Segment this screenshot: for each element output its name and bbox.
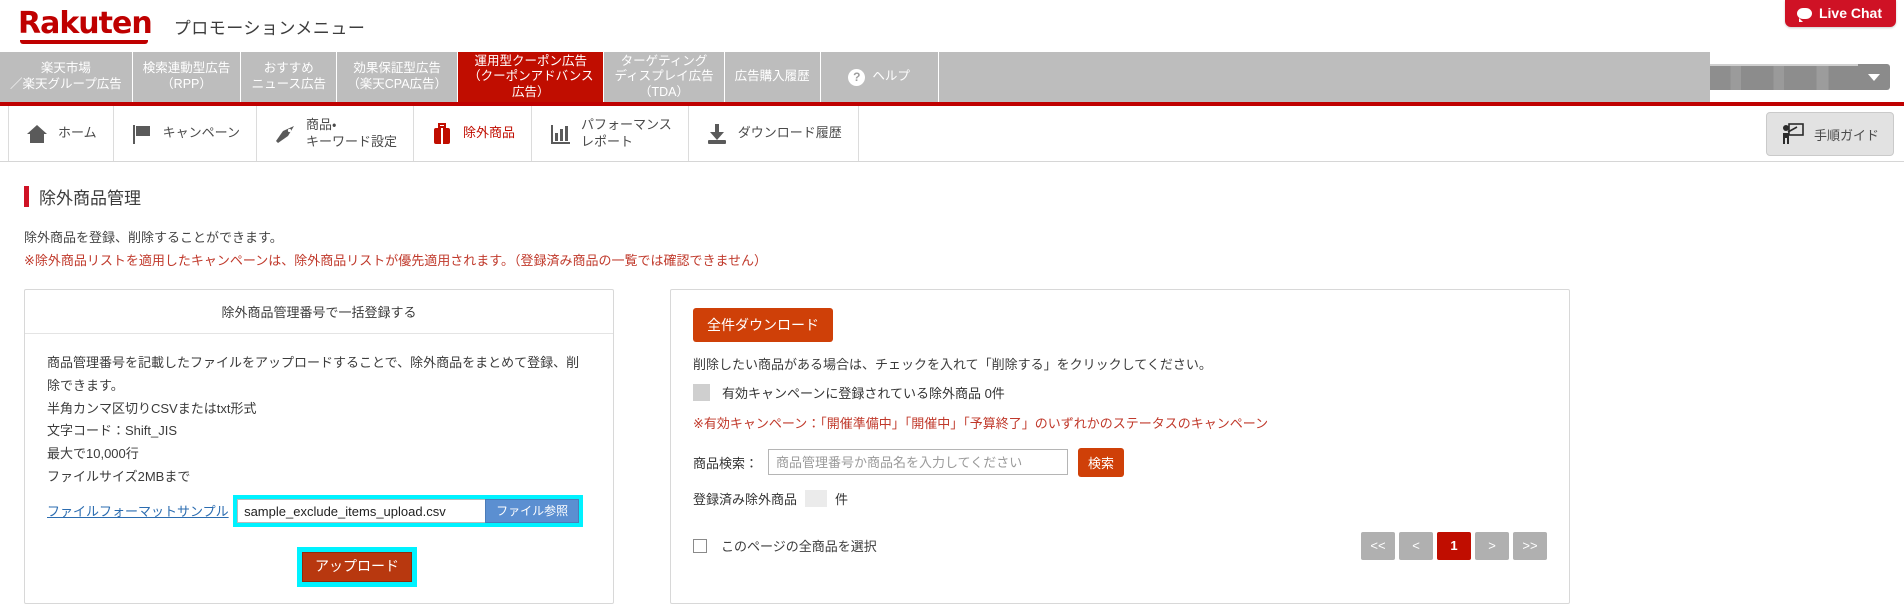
primary-tab-nav: 楽天市場 ／楽天グループ広告 検索連動型広告 （RPP） おすすめ ニュース広告… — [0, 52, 1904, 106]
bulk-upload-panel: 除外商品管理番号で一括登録する 商品管理番号を記載したファイルをアップロードする… — [24, 289, 614, 604]
page-description-1: 除外商品を登録、削除することができます。 — [24, 230, 283, 245]
briefcase-icon — [434, 122, 450, 144]
select-all-checkbox[interactable] — [693, 538, 707, 553]
menu-item-label: パフォーマンス レポート — [581, 117, 672, 149]
registered-items-panel: 全件ダウンロード 削除したい商品がある場合は、チェックを入れて「削除する」をクリ… — [670, 289, 1570, 604]
tab-coupon-advance-ad[interactable]: 運用型クーポン広告 （クーポンアドバンス 広告） — [458, 52, 605, 102]
tab-label: ターゲティング ディスプレイ広告 （TDA） — [614, 53, 714, 99]
flag-icon — [132, 124, 150, 144]
upload-instruction-5: ファイルサイズ2MBまで — [47, 468, 191, 484]
list-controls-row: このページの全商品を選択 << < 1 > >> — [671, 518, 1569, 574]
page-description-2: ※除外商品リストを適用したキャンペーンは、除外商品リストが優先適用されます。（登… — [24, 253, 768, 268]
app-root: Rakuten プロモーションメニュー Live Chat 楽天市場 ／楽天グル… — [0, 0, 1904, 611]
app-header: Rakuten プロモーションメニュー Live Chat — [0, 0, 1904, 52]
chevron-down-icon[interactable] — [1858, 64, 1890, 90]
download-icon — [707, 123, 726, 144]
registered-items-body: 全件ダウンロード 削除したい商品がある場合は、チェックを入れて「削除する」をクリ… — [671, 290, 1569, 518]
registered-count-prefix: 登録済み除外商品 — [693, 491, 798, 507]
tab-rakuten-ichiba[interactable]: 楽天市場 ／楽天グループ広告 — [0, 52, 133, 102]
rakuten-logo: Rakuten — [18, 6, 153, 44]
menu-item-performance-report[interactable]: パフォーマンス レポート — [532, 106, 689, 161]
menu-item-download-history[interactable]: ダウンロード履歴 — [689, 106, 859, 161]
guide-button[interactable]: 手順ガイド — [1765, 112, 1894, 156]
title-accent-bar — [24, 186, 29, 207]
menu-item-label: キャンペーン — [162, 125, 240, 141]
tab-nav-spacer — [938, 52, 1710, 102]
upload-instruction-4: 最大で10,000行 — [47, 446, 139, 461]
home-icon — [27, 124, 47, 143]
item-search-row: 商品検索： 検索 — [693, 447, 1547, 477]
account-selector[interactable] — [1710, 64, 1890, 90]
browse-file-button[interactable]: ファイル参照 — [485, 498, 580, 523]
download-all-button[interactable]: 全件ダウンロード — [693, 308, 833, 342]
chat-bubble-icon — [1796, 7, 1812, 22]
select-all-label: このページの全商品を選択 — [721, 539, 877, 554]
panels-container: 除外商品管理番号で一括登録する 商品管理番号を記載したファイルをアップロードする… — [24, 289, 1880, 604]
pagination-prev[interactable]: < — [1399, 531, 1433, 560]
menu-item-label: 商品・ キーワード設定 — [305, 117, 397, 149]
upload-instruction-2: 半角カンマ区切りCSVまたはtxt形式 — [47, 400, 257, 416]
upload-button-highlight: アップロード — [297, 546, 417, 587]
select-all-row[interactable]: このページの全商品を選択 — [693, 536, 877, 555]
tab-cpa-ad[interactable]: 効果保証型広告 （楽天CPA広告） — [337, 52, 459, 102]
tab-label: 運用型クーポン広告 （クーポンアドバンス 広告） — [468, 53, 594, 99]
question-mark-icon: ? — [848, 68, 866, 86]
menu-item-excluded-items[interactable]: 除外商品 — [414, 106, 533, 161]
item-search-input[interactable] — [768, 449, 1069, 475]
tab-label: おすすめ ニュース広告 — [251, 61, 326, 91]
upload-instruction-3: 文字コード：Shift_JIS — [47, 423, 178, 439]
file-picker-row[interactable]: sample_exclude_items_upload.csv ファイル参照 — [233, 494, 584, 527]
tab-rpp[interactable]: 検索連動型広告 （RPP） — [132, 52, 242, 102]
upload-button[interactable]: アップロード — [302, 551, 412, 582]
bulk-upload-heading: 除外商品管理番号で一括登録する — [25, 290, 613, 334]
account-name-redacted — [1710, 64, 1858, 90]
section-menu: ホーム キャンペーン 商品・ キーワード設定 除外商品 パフォーマンス レポート… — [0, 106, 1904, 162]
guide-button-label: 手順ガイド — [1813, 127, 1879, 143]
disabled-checkbox — [693, 384, 710, 401]
main-content: 除外商品管理 除外商品を登録、削除することができます。 ※除外商品リストを適用し… — [0, 162, 1904, 604]
active-campaign-count-label: 有効キャンペーンに登録されている除外商品 0件 — [722, 386, 1005, 401]
tab-tda[interactable]: ターゲティング ディスプレイ広告 （TDA） — [604, 52, 725, 102]
registered-count-suffix: 件 — [835, 491, 849, 507]
tab-news-ad[interactable]: おすすめ ニュース広告 — [241, 52, 338, 102]
file-name-input[interactable]: sample_exclude_items_upload.csv — [237, 498, 486, 523]
tag-icon — [275, 125, 294, 143]
page-title: 除外商品管理 — [24, 184, 1880, 209]
pagination-page-1[interactable]: 1 — [1437, 531, 1471, 560]
pagination-first[interactable]: << — [1361, 531, 1395, 560]
search-button[interactable]: 検索 — [1078, 447, 1125, 477]
bar-chart-icon — [551, 124, 571, 144]
menu-item-item-keyword[interactable]: 商品・ キーワード設定 — [257, 106, 414, 161]
tab-label: 効果保証型広告 （楽天CPA広告） — [347, 61, 448, 91]
registered-count-row: 登録済み除外商品 件 — [693, 489, 1547, 508]
active-campaign-row: 有効キャンペーンに登録されている除外商品 0件 — [693, 383, 1547, 402]
pagination: << < 1 > >> — [1361, 531, 1547, 560]
pagination-next[interactable]: > — [1475, 531, 1509, 560]
tab-label: 検索連動型広告 （RPP） — [142, 61, 231, 91]
item-search-label: 商品検索： — [693, 455, 759, 471]
menu-item-label: ホーム — [58, 125, 97, 141]
pagination-last[interactable]: >> — [1513, 531, 1547, 560]
tab-label: 広告購入履歴 — [734, 69, 810, 84]
tab-purchase-history[interactable]: 広告購入履歴 — [724, 52, 821, 102]
tab-label: ヘルプ — [872, 69, 910, 84]
tab-label: 楽天市場 ／楽天グループ広告 — [10, 61, 122, 91]
menu-item-campaign[interactable]: キャンペーン — [114, 106, 257, 161]
delete-instruction: 削除したい商品がある場合は、チェックを入れて「削除する」をクリックしてください。 — [693, 357, 1212, 372]
menu-item-home[interactable]: ホーム — [8, 106, 114, 161]
menu-item-label: 除外商品 — [463, 125, 516, 141]
presenter-icon — [1782, 123, 1804, 144]
upload-instruction-1: 商品管理番号を記載したファイルをアップロードすることで、除外商品をまとめて登録、… — [47, 355, 580, 393]
menu-item-label: ダウンロード履歴 — [737, 125, 842, 141]
active-campaign-note: ※有効キャンペーン：「開催準備中」「開催中」「予算終了」のいずれかのステータスの… — [693, 416, 1269, 431]
tab-help[interactable]: ? ヘルプ — [820, 52, 939, 102]
bulk-upload-body: 商品管理番号を記載したファイルをアップロードすることで、除外商品をまとめて登録、… — [25, 334, 613, 603]
page-title-text: 除外商品管理 — [39, 189, 141, 208]
page-header-title: プロモーションメニュー — [173, 18, 366, 38]
registered-count-value — [805, 489, 828, 507]
file-format-sample-link[interactable]: ファイルフォーマットサンプル — [47, 501, 229, 520]
live-chat-button[interactable]: Live Chat — [1784, 0, 1896, 27]
live-chat-label: Live Chat — [1818, 5, 1882, 21]
